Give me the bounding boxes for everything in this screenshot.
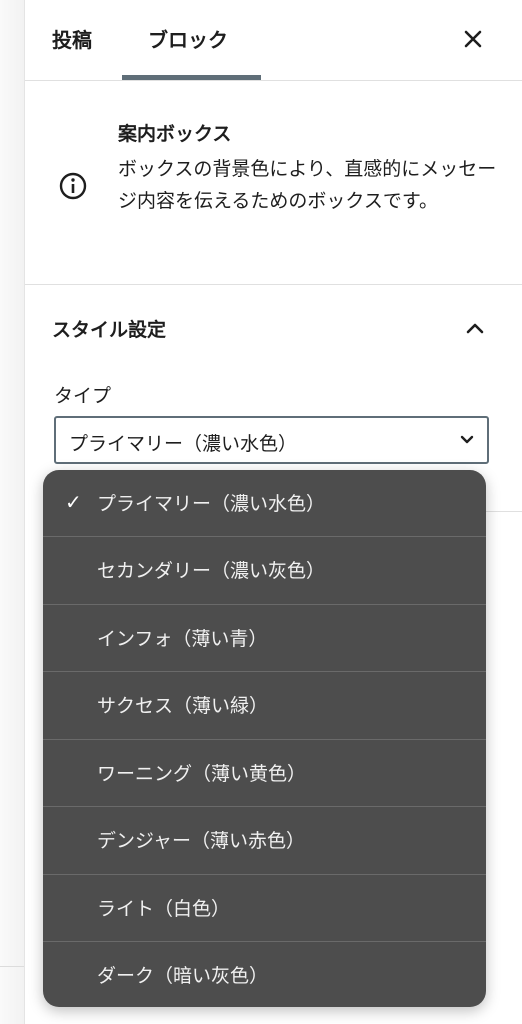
dropdown-option[interactable]: サクセス（薄い緑） (43, 671, 486, 737)
checkmark-icon: ✓ (65, 490, 82, 514)
block-card: 案内ボックス ボックスの背景色により、直感的にメッセージ内容を伝えるためのボック… (25, 81, 522, 285)
sidebar-tabs: 投稿 ブロック (25, 0, 522, 81)
type-dropdown-menu: ✓ プライマリー（濃い水色） セカンダリー（濃い灰色） インフォ（薄い青） サク… (43, 470, 486, 1007)
option-label: セカンダリー（濃い灰色） (97, 560, 326, 582)
dropdown-option[interactable]: インフォ（薄い青） (43, 604, 486, 670)
block-description: ボックスの背景色により、直感的にメッセージ内容を伝えるためのボックスです。 (118, 158, 497, 212)
dropdown-option[interactable]: セカンダリー（濃い灰色） (43, 536, 486, 602)
close-icon (464, 30, 482, 48)
style-settings-header[interactable]: スタイル設定 (52, 315, 166, 342)
dropdown-option[interactable]: ダーク（暗い灰色） (43, 941, 486, 1007)
tab-post[interactable]: 投稿 (52, 24, 92, 53)
option-label: デンジャー（薄い赤色） (97, 830, 306, 852)
option-label: インフォ（薄い青） (97, 628, 268, 650)
option-label: ワーニング（薄い黄色） (97, 763, 307, 785)
option-label: ライト（白色） (97, 898, 231, 920)
dropdown-option[interactable]: デンジャー（薄い赤色） (43, 806, 486, 872)
dropdown-option[interactable]: ライト（白色） (43, 874, 486, 940)
canvas-divider (0, 966, 24, 967)
option-label: ダーク（暗い灰色） (97, 965, 269, 987)
chevron-up-icon (466, 323, 484, 334)
option-label: プライマリー（濃い水色） (97, 493, 326, 515)
type-select-value: プライマリー（濃い水色） (69, 433, 298, 455)
collapse-toggle[interactable] (459, 314, 491, 342)
section-divider (485, 511, 522, 512)
option-label: サクセス（薄い緑） (97, 695, 269, 717)
block-title: 案内ボックス (118, 123, 232, 145)
editor-canvas-edge (0, 0, 25, 1024)
chevron-down-icon (460, 435, 474, 444)
type-select[interactable]: プライマリー（濃い水色） (54, 416, 489, 464)
close-button[interactable] (457, 22, 489, 56)
active-tab-indicator (122, 75, 261, 80)
dropdown-option[interactable]: ✓ プライマリー（濃い水色） (43, 470, 486, 536)
tab-block[interactable]: ブロック (148, 24, 228, 53)
type-label: タイプ (54, 385, 112, 407)
dropdown-option[interactable]: ワーニング（薄い黄色） (43, 739, 486, 805)
info-icon (59, 172, 87, 200)
